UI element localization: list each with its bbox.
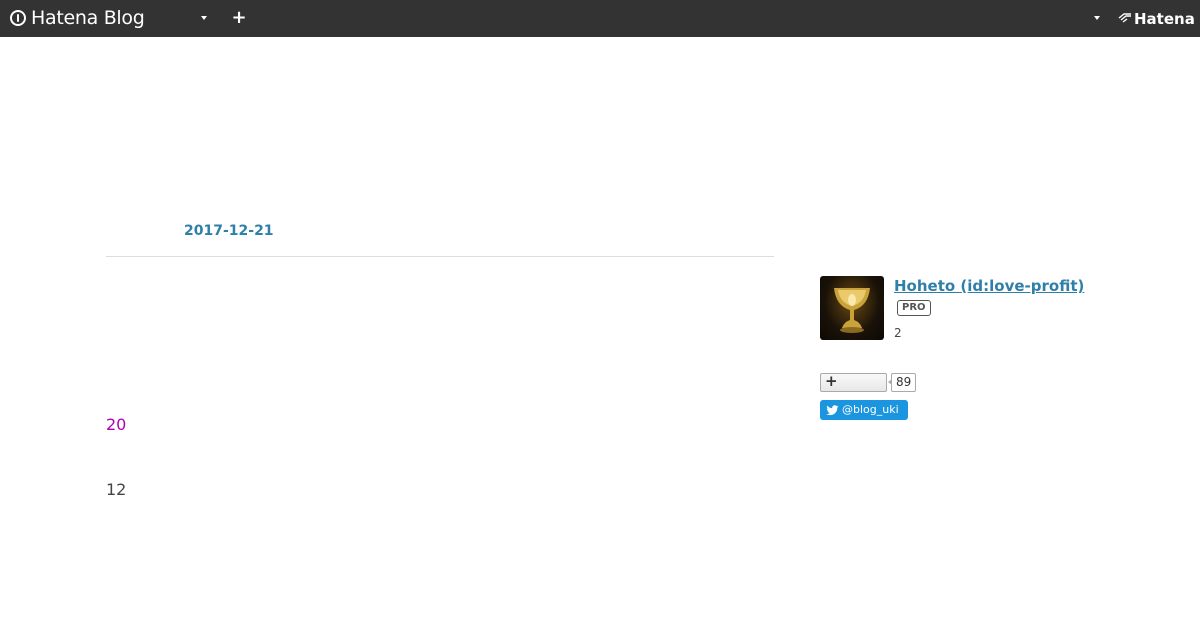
brand-text: Hatena Blog [31, 7, 145, 29]
twitter-handle: @blog_uki [842, 403, 899, 416]
subscribe-button[interactable]: + [820, 372, 887, 392]
divider [106, 256, 774, 257]
chevron-down-icon [201, 16, 207, 20]
hatena-logo[interactable]: Hatena [1118, 9, 1195, 29]
stat-value: 12 [106, 480, 127, 499]
hatena-blog-logo-icon [10, 10, 26, 26]
plus-icon: + [825, 372, 838, 390]
hatena-text: Hatena [1134, 10, 1195, 28]
stat-value-highlight: 20 [106, 415, 127, 434]
chevron-down-icon [1094, 16, 1100, 20]
twitter-icon [826, 404, 839, 415]
avatar[interactable] [820, 276, 884, 340]
profile-count: 2 [894, 326, 902, 340]
user-menu-dropdown[interactable] [1091, 11, 1105, 25]
new-post-button[interactable]: + [230, 8, 248, 28]
twitter-follow-button[interactable]: @blog_uki [820, 400, 908, 420]
hatena-bird-icon [1118, 12, 1132, 26]
global-header: Hatena Blog + Hatena [0, 0, 1200, 37]
entry-date-link[interactable]: 2017-12-21 [184, 223, 274, 239]
pro-badge: PRO [897, 300, 931, 316]
profile-name-link[interactable]: Hoheto (id:love-profit) [894, 277, 1084, 295]
subscriber-count: 89 [887, 373, 917, 392]
hatena-blog-logo[interactable]: Hatena Blog [10, 7, 145, 29]
blog-menu-dropdown[interactable] [198, 11, 212, 25]
